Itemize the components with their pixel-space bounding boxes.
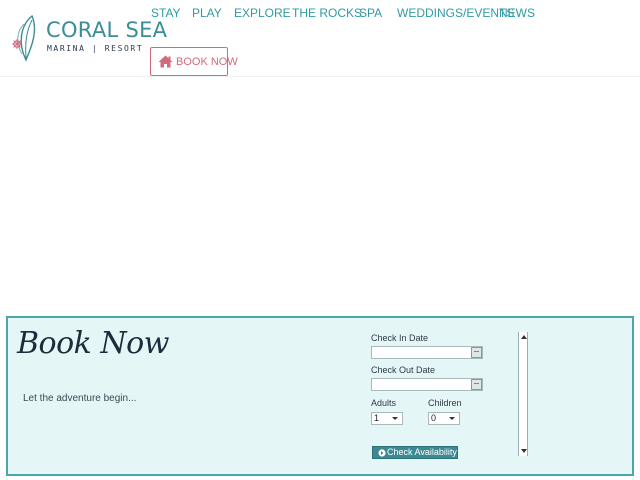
logo[interactable]: CORAL SEA MARINA | RESORT — [10, 14, 167, 62]
adults-select[interactable]: 1 — [371, 412, 403, 425]
chevron-down-icon — [449, 417, 455, 420]
children-value: 0 — [431, 413, 437, 423]
children-label: Children — [428, 398, 462, 408]
booking-tagline: Let the adventure begin... — [23, 393, 137, 404]
check-availability-label: Check Availability — [387, 447, 457, 457]
arrow-circle-right-icon — [378, 449, 386, 457]
nav-item-play[interactable]: PLAY — [192, 6, 222, 20]
site-header: CORAL SEA MARINA | RESORT STAY PLAY EXPL… — [0, 0, 640, 77]
check-out-label: Check Out Date — [371, 365, 436, 375]
coral-leaf-icon — [12, 14, 36, 62]
check-in-input[interactable] — [371, 346, 483, 359]
brand-name: CORAL SEA — [46, 18, 168, 42]
check-out-input[interactable] — [371, 378, 483, 391]
scrollbar[interactable] — [518, 332, 528, 456]
nav-item-explore[interactable]: EXPLORE — [234, 6, 291, 20]
check-in-label: Check In Date — [371, 333, 429, 343]
adults-label: Adults — [371, 398, 397, 408]
book-now-button[interactable]: BOOK NOW — [150, 47, 238, 76]
check-availability-button[interactable]: Check Availability — [372, 446, 458, 459]
nav-item-spa[interactable]: SPA — [359, 6, 382, 20]
chevron-down-icon — [392, 417, 398, 420]
scroll-up-icon[interactable] — [521, 335, 527, 339]
adults-value: 1 — [374, 413, 380, 423]
brand-subtitle: MARINA | RESORT — [47, 44, 144, 53]
home-icon — [158, 55, 173, 68]
calendar-icon[interactable] — [471, 379, 482, 390]
nav-item-the-rocks[interactable]: THE ROCKS — [292, 6, 362, 20]
nav-item-stay[interactable]: STAY — [151, 6, 181, 20]
calendar-icon[interactable] — [471, 347, 482, 358]
booking-panel: Book Now Let the adventure begin... Chec… — [6, 316, 634, 476]
nav-item-weddings-events[interactable]: WEDDINGS/EVENTS — [397, 6, 514, 20]
scroll-down-icon[interactable] — [521, 449, 527, 453]
nav-item-news[interactable]: NEWS — [499, 6, 535, 20]
book-now-label: BOOK NOW — [176, 56, 238, 68]
children-select[interactable]: 0 — [428, 412, 460, 425]
booking-title: Book Now — [17, 326, 169, 361]
